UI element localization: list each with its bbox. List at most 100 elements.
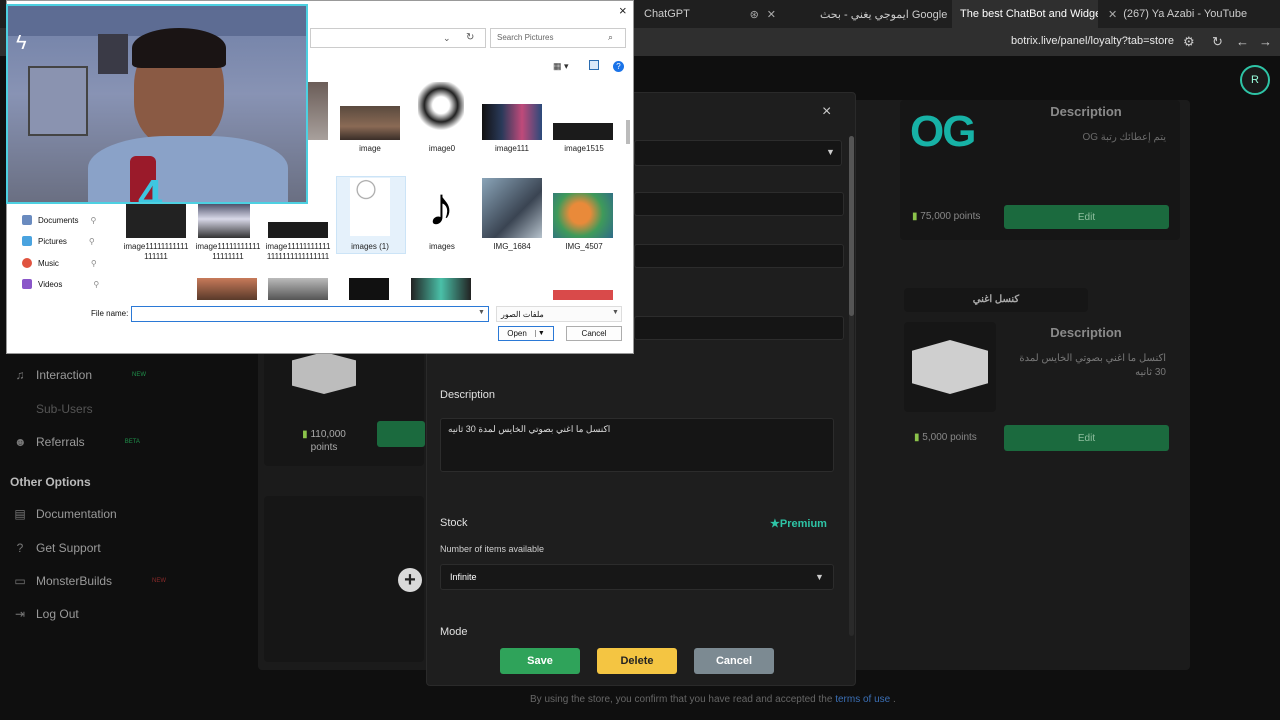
- file-name[interactable]: image111111111111111111111111111: [264, 242, 332, 262]
- file-name[interactable]: image111: [478, 144, 546, 154]
- dialog-cancel-button[interactable]: Cancel: [566, 326, 622, 341]
- user-avatar[interactable]: R: [1240, 65, 1270, 95]
- tab-chatgpt[interactable]: ChatGPT ⊛ ✕: [636, 0, 784, 28]
- file-thumbnail[interactable]: [411, 278, 471, 300]
- file-thumbnail[interactable]: [268, 278, 328, 300]
- file-thumbnail[interactable]: [418, 82, 464, 140]
- file-thumbnail[interactable]: [340, 106, 400, 140]
- file-name[interactable]: image1111111111111111111: [194, 242, 262, 262]
- sidebar-item-label: Documentation: [36, 507, 117, 521]
- cancel-points: ▮ 5,000 points: [914, 432, 977, 443]
- file-name[interactable]: image0: [408, 144, 476, 154]
- file-name[interactable]: image11111111111111111: [122, 242, 190, 262]
- footer-text: By using the store, you confirm that you…: [530, 694, 833, 705]
- file-name[interactable]: image: [336, 144, 404, 154]
- pin-icon: ⚲: [88, 236, 95, 246]
- tab-google[interactable]: ايموجي يغني - بحث Google ✕: [812, 0, 948, 28]
- webcam-logo: 4: [138, 171, 163, 204]
- terms-link[interactable]: terms of use: [835, 694, 890, 705]
- sidebar-item-interaction[interactable]: ♫ Interaction NEW: [14, 368, 147, 382]
- coins-icon: ▮: [912, 211, 918, 222]
- image-field[interactable]: [634, 244, 844, 268]
- nav-item-videos[interactable]: Videos ⚲: [22, 279, 99, 289]
- file-thumbnail[interactable]: [553, 123, 613, 140]
- streamer-hair: [132, 28, 226, 68]
- file-name[interactable]: images: [408, 242, 476, 252]
- file-thumbnail[interactable]: [350, 178, 390, 236]
- file-name[interactable]: images (1): [336, 242, 404, 252]
- chevron-down-icon[interactable]: ▼: [478, 309, 485, 316]
- file-thumbnail[interactable]: [198, 200, 250, 238]
- file-type-filter[interactable]: ملفات الصور: [496, 306, 622, 322]
- file-thumbnail[interactable]: [553, 290, 613, 300]
- file-name-input[interactable]: [131, 306, 489, 322]
- delete-button[interactable]: Delete: [597, 648, 677, 674]
- points-value: 110,000: [310, 429, 346, 440]
- add-icon[interactable]: +: [398, 568, 422, 592]
- view-options-icon[interactable]: ▦ ▾: [553, 61, 569, 72]
- file-thumbnail[interactable]: [349, 278, 389, 300]
- nav-item-pictures[interactable]: Pictures ⚲: [22, 236, 95, 246]
- modal-scrollbar-thumb[interactable]: [849, 136, 854, 316]
- stock-select[interactable]: [440, 564, 834, 590]
- save-button[interactable]: Save: [500, 648, 580, 674]
- room-shelf: [28, 66, 88, 136]
- users-icon: [14, 403, 26, 415]
- points-field[interactable]: [634, 316, 844, 340]
- modal-close-button[interactable]: ×: [822, 103, 831, 121]
- file-thumbnail[interactable]: [482, 104, 542, 140]
- sidebar-item-get-support[interactable]: ? Get Support: [14, 541, 101, 555]
- preview-pane-icon[interactable]: [589, 60, 599, 70]
- url-text[interactable]: botrix.live/panel/loyalty?tab=store: [1011, 35, 1174, 47]
- nav-item-music[interactable]: Music ⚲: [22, 258, 97, 268]
- nav-label: Music: [38, 258, 59, 268]
- file-thumbnail[interactable]: [308, 82, 328, 140]
- sidebar-item-documentation[interactable]: ▤ Documentation: [14, 507, 117, 521]
- address-breadcrumb[interactable]: [310, 28, 486, 48]
- file-thumbnail[interactable]: [268, 222, 328, 238]
- chevron-down-icon[interactable]: ▼: [534, 330, 545, 337]
- tab-youtube[interactable]: ✕ (267) Ya Azabi - YouTube ▶: [1100, 0, 1250, 28]
- sidebar-item-monsterbuilds[interactable]: ▭ MonsterBuilds NEW: [14, 574, 166, 588]
- refresh-icon[interactable]: ↻: [466, 32, 474, 43]
- close-tab-icon[interactable]: ✕: [1108, 8, 1117, 21]
- cancel-button[interactable]: Cancel: [694, 648, 774, 674]
- new-badge: NEW: [132, 372, 147, 378]
- tab-label: ChatGPT: [644, 8, 690, 20]
- sidebar-item-label: Interaction: [36, 368, 93, 382]
- file-thumbnail[interactable]: [197, 278, 257, 300]
- file-list-scrollbar[interactable]: [626, 120, 630, 144]
- file-thumbnail[interactable]: [482, 178, 542, 238]
- site-settings-icon[interactable]: ⚙: [1183, 34, 1195, 50]
- nav-label: Videos: [38, 279, 63, 289]
- music-note-thumbnail[interactable]: ♪: [416, 178, 466, 238]
- back-icon[interactable]: ←: [1236, 34, 1249, 49]
- category-select[interactable]: [634, 140, 842, 166]
- close-tab-icon[interactable]: ✕: [767, 8, 776, 21]
- file-name[interactable]: IMG_1684: [478, 242, 546, 252]
- search-pictures-input[interactable]: Search Pictures: [490, 28, 626, 48]
- monitor-icon: ▭: [14, 574, 26, 588]
- edit-button[interactable]: [377, 421, 425, 447]
- edit-og-button[interactable]: Edit: [1004, 205, 1169, 229]
- nav-item-documents[interactable]: Documents ⚲: [22, 215, 96, 225]
- tab-botrix[interactable]: The best ChatBot and Widgets ◆: [952, 0, 1098, 28]
- open-label: Open: [507, 329, 527, 338]
- sidebar-item-log-out[interactable]: ⇥ Log Out: [14, 607, 79, 621]
- chevron-down-icon[interactable]: ⌄: [443, 33, 451, 44]
- sidebar-item-sub-users[interactable]: Sub-Users: [14, 402, 93, 416]
- edit-cancel-button[interactable]: Edit: [1004, 425, 1169, 451]
- sidebar-item-label: Sub-Users: [36, 402, 93, 416]
- points-value: 75,000 points: [920, 211, 981, 222]
- sidebar-item-referrals[interactable]: ☻ Referrals BETA: [14, 435, 140, 449]
- name-field[interactable]: [634, 192, 844, 216]
- file-name[interactable]: IMG_4507: [550, 242, 618, 252]
- dialog-close-button[interactable]: ×: [619, 3, 627, 18]
- reload-icon[interactable]: ↻: [1212, 34, 1223, 50]
- help-icon[interactable]: ?: [613, 61, 624, 72]
- open-button[interactable]: Open ▼: [498, 326, 554, 341]
- file-name[interactable]: image1515: [550, 144, 618, 154]
- forward-icon[interactable]: →: [1259, 34, 1272, 49]
- file-thumbnail[interactable]: [553, 193, 613, 238]
- description-textarea[interactable]: اكنسل ما اغني بصوتي الخايس لمدة 30 ثانيه: [440, 418, 834, 472]
